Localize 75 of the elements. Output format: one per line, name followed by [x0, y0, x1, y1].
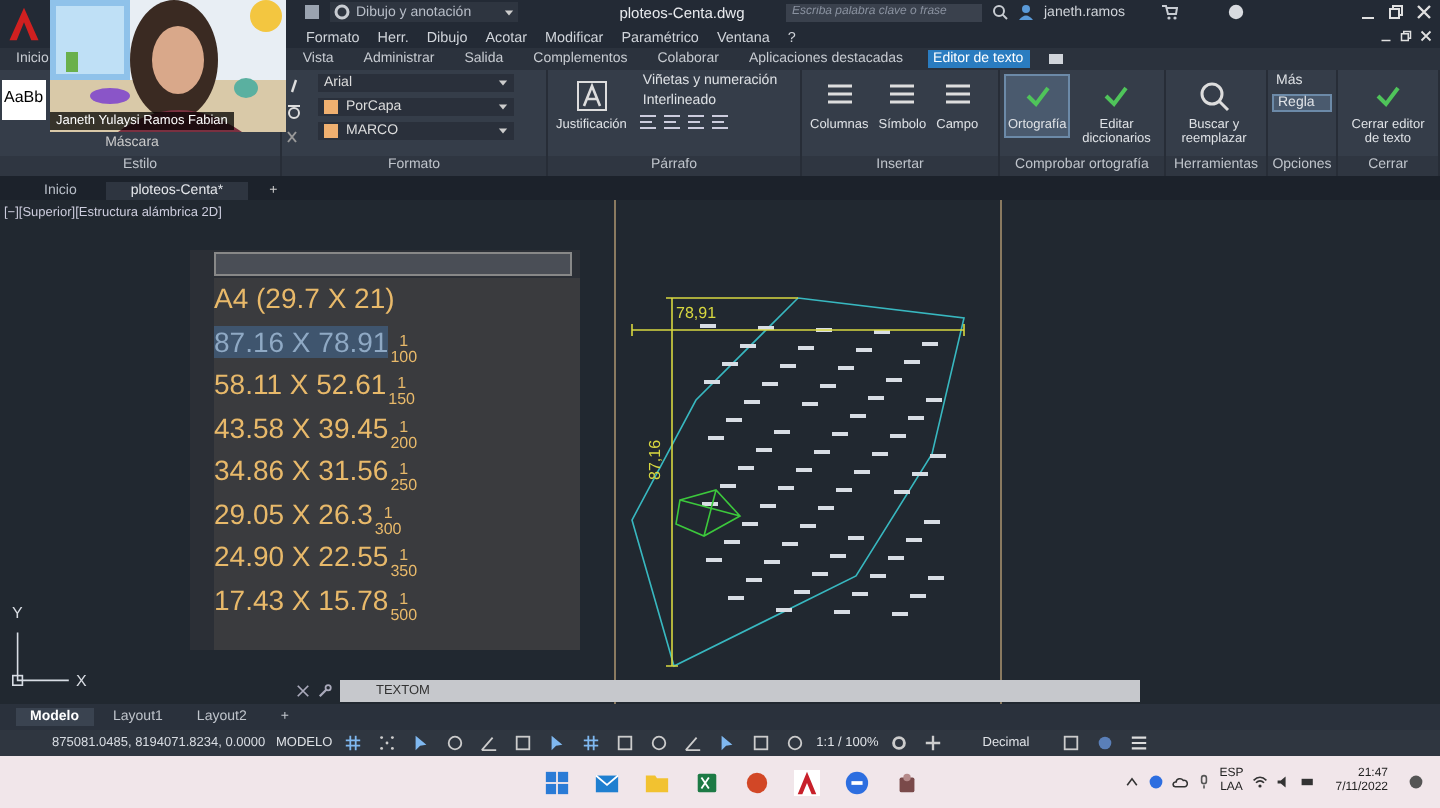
battery-icon[interactable] [1299, 774, 1316, 790]
microphone-icon[interactable] [1195, 774, 1212, 790]
angle-icon[interactable] [684, 734, 703, 752]
circle-icon[interactable] [1147, 774, 1164, 790]
mail-icon[interactable] [594, 769, 620, 795]
close-icon[interactable] [296, 684, 310, 698]
axis-label: Y [12, 604, 23, 622]
scale-fraction: 1 300 [374, 505, 402, 537]
triangle-logo-icon[interactable] [4, 4, 44, 44]
user-icon[interactable] [1018, 4, 1034, 20]
square-icon[interactable] [1062, 734, 1081, 752]
align-icon[interactable] [686, 114, 707, 130]
grid-icon[interactable] [344, 734, 363, 752]
letter-frame-icon [575, 80, 608, 112]
spreadsheet-icon[interactable] [694, 769, 720, 795]
text-line: A4 (29.7 X 21) [214, 282, 395, 314]
menu-icon[interactable] [1130, 734, 1149, 752]
plus-icon[interactable] [924, 734, 943, 752]
restore-icon[interactable] [1400, 30, 1412, 42]
align-icon[interactable] [638, 114, 659, 130]
cart-icon[interactable] [1162, 4, 1179, 20]
search-icon[interactable] [992, 4, 1008, 20]
text-line: 17.43 X 15.78 [214, 583, 389, 615]
windows-icon[interactable] [544, 769, 570, 795]
scale-fraction: 1 350 [390, 548, 418, 580]
app-icon[interactable] [894, 769, 920, 795]
square-icon[interactable] [616, 734, 635, 752]
axis-label: X [76, 672, 87, 690]
magnifier-icon [1198, 80, 1230, 112]
overline-icon[interactable] [286, 104, 302, 120]
caret-icon [498, 126, 508, 136]
align-icon[interactable] [662, 114, 683, 130]
cursor-icon[interactable] [412, 734, 431, 752]
chevron-icon[interactable] [1123, 774, 1140, 790]
caret-icon [498, 78, 508, 88]
scale-fraction: 1 100 [390, 333, 418, 365]
video-call-icon[interactable] [844, 769, 870, 795]
presentation-icon[interactable] [744, 769, 770, 795]
caret-icon [498, 102, 508, 112]
angle-icon[interactable] [480, 734, 499, 752]
text-line: 43.58 X 39.45 [214, 411, 389, 443]
square-icon[interactable] [514, 734, 533, 752]
gear-icon [334, 4, 350, 20]
triangle-logo-icon[interactable] [794, 769, 820, 795]
italic-icon[interactable] [286, 78, 302, 94]
circle-icon[interactable] [446, 734, 465, 752]
square-icon[interactable] [752, 734, 771, 752]
circle-icon[interactable] [786, 734, 805, 752]
dot-grid-icon[interactable] [378, 734, 397, 752]
scale-fraction: 1 500 [390, 591, 418, 623]
gear-icon[interactable] [890, 734, 909, 752]
panel-toggle-icon[interactable] [1047, 51, 1068, 67]
align-icon[interactable] [710, 114, 731, 130]
caret-icon [504, 7, 514, 17]
cursor-icon[interactable] [548, 734, 567, 752]
scale-fraction: 1 250 [390, 462, 418, 494]
text-line: 24.90 X 22.55 [214, 540, 389, 572]
subscript-icon[interactable] [286, 130, 302, 146]
text-line: 29.05 X 26.3 [214, 497, 373, 529]
speaker-icon[interactable] [1275, 774, 1292, 790]
restore-icon[interactable] [1388, 4, 1404, 20]
wifi-icon[interactable] [1251, 774, 1268, 790]
dimension-label: 87,16 [646, 439, 664, 480]
cloud-icon[interactable] [1171, 774, 1188, 790]
style-sample[interactable]: AaBb [2, 80, 46, 120]
wrench-icon[interactable] [318, 684, 332, 698]
dimension-label: 78,91 [676, 304, 717, 322]
scale-fraction: 1 200 [390, 419, 418, 451]
text-line: 34.86 X 31.56 [214, 454, 389, 486]
circle-icon[interactable] [650, 734, 669, 752]
grid-icon[interactable] [582, 734, 601, 752]
save-icon[interactable] [304, 4, 320, 20]
cursor-icon[interactable] [718, 734, 737, 752]
text-line: 58.11 X 52.61 [214, 368, 387, 400]
scale-fraction: 1 150 [388, 376, 416, 408]
